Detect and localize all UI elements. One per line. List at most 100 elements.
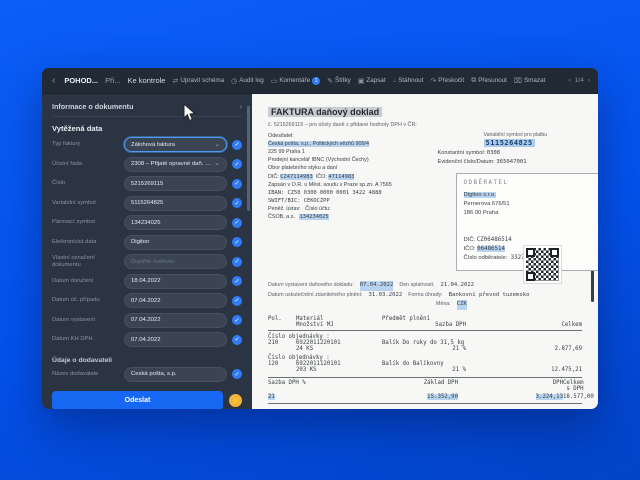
skip-button[interactable]: ↷ Přeskočit xyxy=(430,77,464,85)
sum-rate-highlight[interactable]: 21 xyxy=(268,394,275,400)
invoice-type-select[interactable]: Zálohová faktura ⌄ xyxy=(124,137,227,152)
audit-log-button[interactable]: ◷ Audit log xyxy=(231,77,264,85)
post-button[interactable]: ▣ Zapsat xyxy=(358,77,386,85)
customer-ico-highlight[interactable]: 06486514 xyxy=(477,246,505,252)
pairing-symbol-input[interactable]: 134234025 xyxy=(124,215,227,230)
submit-row: Odeslat ⚡ xyxy=(52,386,242,409)
field-label: Variabilní symbol xyxy=(52,200,124,207)
edit-schema-label: Upravit schéma xyxy=(180,77,224,84)
item-total: 2.877,69 xyxy=(466,346,582,352)
issue-date-input[interactable]: 07.04.2022 xyxy=(124,313,227,328)
tag-icon: ✎ xyxy=(327,77,333,85)
field-value: Digitoo xyxy=(131,239,220,245)
confirmed-check-icon[interactable]: ✓ xyxy=(232,218,242,228)
confirmed-check-icon[interactable]: ✓ xyxy=(232,315,242,325)
field-label: Datum úč. případu xyxy=(52,297,124,304)
col-vat: Sazba DPH xyxy=(376,322,466,328)
custom-label-input[interactable]: Doplňte hodnotu xyxy=(124,254,227,269)
breadcrumb-queue[interactable]: POHOD... xyxy=(64,76,98,85)
move-icon: ⧉ xyxy=(471,77,476,85)
field-value: 134234025 xyxy=(131,220,220,226)
line-items-table: Pol. Materiál Předmět plnění Množství MJ… xyxy=(268,316,582,404)
page-pager: ‹ 1/4 › xyxy=(569,77,590,84)
extracted-data-section-title: Vytěžená data xyxy=(52,124,242,133)
confirmed-check-icon[interactable]: ✓ xyxy=(232,257,242,267)
skip-label: Přeskočit xyxy=(438,77,464,84)
extraction-sidebar: Informace o dokumentu › Vytěžená data Ty… xyxy=(42,94,252,409)
sidebar-scrollbar[interactable] xyxy=(247,106,250,211)
due-date-value: 21.04.2022 xyxy=(440,281,474,291)
supply-date-label: Datum uskutečnění zdanitelného plnění: xyxy=(268,291,363,301)
back-chevron-icon[interactable]: ‹ xyxy=(50,76,57,86)
confirmed-check-icon[interactable]: ✓ xyxy=(232,276,242,286)
account-number-label: Číslo účtu: xyxy=(305,206,330,212)
sender-city: 225 99 Praha 1 xyxy=(268,148,438,156)
tags-button[interactable]: ✎ Štítky xyxy=(327,77,351,85)
sum-total-value: 18.577,00 xyxy=(563,394,594,400)
field-placeholder: Doplňte hodnotu xyxy=(131,259,220,265)
pager-next-icon[interactable]: › xyxy=(588,77,590,84)
confirmed-check-icon[interactable]: ✓ xyxy=(232,369,242,379)
constant-symbol-line: Konstantní symbol: 0308 xyxy=(438,150,582,156)
number-input[interactable]: 5215269115 xyxy=(124,176,227,191)
post-label: Zapsat xyxy=(366,77,385,84)
electronic-data-input[interactable]: Digitoo xyxy=(124,235,227,250)
sender-name-highlight[interactable]: Česká pošta, s.p., Politických vězňů 909… xyxy=(268,141,369,147)
sum-base-highlight[interactable]: 15.352,90 xyxy=(427,394,458,400)
field-row-variable-symbol: Variabilní symbol 5115264825 ✓ xyxy=(52,196,242,211)
confirmed-check-icon[interactable]: ✓ xyxy=(232,140,242,150)
assistant-icon[interactable]: ⚡ xyxy=(229,394,242,407)
breadcrumb-subqueue[interactable]: Při... xyxy=(105,76,120,85)
sender-dept: Obor platebního styku a daní xyxy=(268,164,438,172)
field-value: Zálohová faktura xyxy=(131,142,211,148)
item-row-amounts: 203 KS 21 % 12.475,21 xyxy=(268,367,582,373)
confirmed-check-icon[interactable]: ✓ xyxy=(232,296,242,306)
field-label: Typ faktury xyxy=(52,141,124,148)
edit-schema-button[interactable]: ⇄ Upravit schéma xyxy=(172,77,224,85)
accounting-series-select[interactable]: 2308 – Přijaté opravné daň. doklady ⌄ xyxy=(124,157,227,172)
sender-ids: DIČ: CZ47114983 IČO: 47114983 xyxy=(268,173,438,181)
sender-dic-highlight[interactable]: CZ47114983 xyxy=(280,174,312,180)
document-viewer[interactable]: FAKTURA daňový doklad č. 5215269115 – pr… xyxy=(252,94,598,409)
confirmed-check-icon[interactable]: ✓ xyxy=(232,237,242,247)
download-button[interactable]: ↓ Stáhnout xyxy=(393,77,424,84)
ico-label: IČO: xyxy=(316,174,327,180)
issue-date-highlight[interactable]: 07.04.2022 xyxy=(360,281,394,291)
confirmed-check-icon[interactable]: ✓ xyxy=(232,198,242,208)
field-row-delivery-date: Datum doručení 18.04.2022 ✓ xyxy=(52,274,242,289)
customer-street: Pernerova 676/51 xyxy=(464,200,598,209)
field-label: Datum KH DPH xyxy=(52,336,124,343)
supplier-name-input[interactable]: Česká pošta, s.p. xyxy=(124,367,227,382)
field-row-custom-label: Vlastní označení dokumentu Doplňte hodno… xyxy=(52,254,242,269)
comments-button[interactable]: ▭ Komentáře 1 xyxy=(271,77,320,85)
field-row-invoice-type: Typ faktury Zálohová faktura ⌄ ✓ xyxy=(52,137,242,152)
tags-label: Štítky xyxy=(335,77,351,84)
accounting-date-input[interactable]: 07.04.2022 xyxy=(124,293,227,308)
schema-icon: ⇄ xyxy=(172,77,178,85)
confirmed-check-icon[interactable]: ✓ xyxy=(232,335,242,345)
field-label: Vlastní označení dokumentu xyxy=(52,255,124,268)
delete-button[interactable]: ⌧ Smazat xyxy=(514,77,545,85)
customer-name-highlight[interactable]: Digitoo s.r.o. xyxy=(464,192,496,198)
qr-code xyxy=(524,246,561,283)
field-row-accounting-date: Datum úč. případu 07.04.2022 ✓ xyxy=(52,293,242,308)
breadcrumb-status[interactable]: Ke kontrole xyxy=(128,76,166,85)
move-button[interactable]: ⧉ Přesunout xyxy=(471,77,507,85)
pager-prev-icon[interactable]: ‹ xyxy=(569,77,571,84)
document-info-header[interactable]: Informace o dokumentu › xyxy=(52,100,242,117)
account-number-highlight[interactable]: 134234025 xyxy=(299,214,328,220)
sum-vat-highlight[interactable]: 3.224,13 xyxy=(536,394,563,400)
evidence-number-label: Evidenční číslo/Datum: xyxy=(438,159,495,165)
field-label: Účetní řada xyxy=(52,161,124,168)
delivery-date-input[interactable]: 18.04.2022 xyxy=(124,274,227,289)
confirmed-check-icon[interactable]: ✓ xyxy=(232,179,242,189)
submit-button[interactable]: Odeslat xyxy=(52,391,223,409)
issue-date-label: Datum vystavení daňového dokladu: xyxy=(268,281,354,291)
sender-ico-highlight[interactable]: 47114983 xyxy=(328,174,354,180)
sum-h-base: Základ DPH xyxy=(348,380,458,392)
variable-symbol-input[interactable]: 5115264825 xyxy=(124,196,227,211)
currency-highlight[interactable]: CZK xyxy=(457,300,467,310)
confirmed-check-icon[interactable]: ✓ xyxy=(232,159,242,169)
vat-report-date-input[interactable]: 07.04.2022 xyxy=(124,332,227,347)
variable-symbol-highlight[interactable]: 5115264825 xyxy=(484,139,535,147)
